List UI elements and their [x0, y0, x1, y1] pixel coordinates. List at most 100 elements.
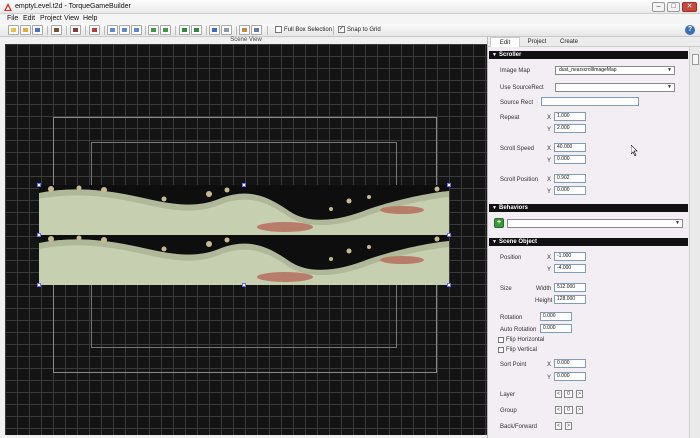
layer-label: Layer	[500, 392, 516, 398]
paste-button[interactable]	[119, 25, 130, 35]
width-field[interactable]: 512.000	[554, 283, 586, 292]
help-icon[interactable]: ?	[685, 25, 695, 35]
selection-handle[interactable]	[447, 283, 451, 287]
run-game-button[interactable]	[191, 25, 202, 35]
layer-decrement-button[interactable]: <	[555, 390, 562, 398]
flip-vertical-checkbox[interactable]	[498, 347, 504, 353]
selection-handle[interactable]	[242, 183, 246, 187]
selection-handle[interactable]	[447, 233, 451, 237]
toolbar-divider	[85, 26, 86, 35]
tab-create[interactable]: Create	[554, 37, 584, 47]
menu-project[interactable]: Project	[40, 15, 62, 22]
group-increment-button[interactable]: >	[576, 406, 583, 414]
tab-project[interactable]: Project	[522, 37, 552, 47]
redo-button[interactable]	[160, 25, 171, 35]
camera-button[interactable]	[209, 25, 220, 35]
height-label: Height	[535, 298, 553, 304]
scene-view: Scene View	[5, 37, 487, 435]
undo-icon	[151, 28, 156, 32]
scroll-speed-y-label: Y	[547, 158, 552, 164]
toolbar-divider	[175, 26, 176, 35]
snap-to-grid-checkbox[interactable]: ✓	[338, 26, 345, 33]
image-map-dropdown[interactable]: dust_nearscrollImageMap ▼	[555, 66, 675, 75]
menu-file[interactable]: File	[7, 15, 18, 22]
window-title: emptyLevel.t2d - TorqueGameBuilder	[15, 3, 131, 10]
menu-help[interactable]: Help	[83, 15, 97, 22]
chevron-down-icon: ▼	[675, 220, 680, 226]
add-behavior-button[interactable]: +	[494, 218, 504, 228]
new-file-button[interactable]	[8, 25, 19, 35]
bring-forward-button[interactable]: >	[565, 422, 572, 430]
back-forward-label: Back/Forward	[500, 424, 538, 430]
height-field[interactable]: 128.000	[554, 295, 586, 304]
scroller-section-header[interactable]: ▼ Scroller	[489, 51, 688, 59]
behaviors-section-header[interactable]: ▼ Behaviors	[489, 204, 688, 212]
behaviors-dropdown[interactable]: ▼	[507, 219, 683, 228]
brush-button[interactable]	[239, 25, 250, 35]
sort-point-y-field[interactable]: 0.000	[554, 372, 586, 381]
save-button[interactable]	[32, 25, 43, 35]
toolbar-divider	[145, 26, 146, 35]
menu-edit[interactable]: Edit	[23, 15, 35, 22]
zoom-button[interactable]	[221, 25, 232, 35]
selection-handle[interactable]	[37, 283, 41, 287]
toolbar-divider	[47, 26, 48, 35]
rotation-field[interactable]: 0.000	[540, 312, 572, 321]
selection-handle[interactable]	[447, 183, 451, 187]
scroll-position-x-label: X	[547, 177, 552, 183]
flip-horizontal-checkbox[interactable]	[498, 337, 504, 343]
layer-increment-button[interactable]: >	[576, 390, 583, 398]
scroll-speed-label: Scroll Speed	[500, 146, 535, 152]
position-y-field[interactable]: -4.000	[554, 264, 586, 273]
close-button[interactable]: ✕	[682, 2, 697, 12]
source-rect-field[interactable]	[541, 97, 639, 106]
use-source-rect-dropdown[interactable]: ▼	[555, 83, 675, 92]
full-box-selection-label: Full Box Selection	[284, 27, 333, 33]
selection-handle[interactable]	[242, 283, 246, 287]
position-x-field[interactable]: -1.000	[554, 252, 586, 261]
clone-button[interactable]	[131, 25, 142, 35]
toolbar-divider	[333, 26, 334, 35]
scroller-terrain-top[interactable]	[39, 185, 449, 235]
sort-point-x-field[interactable]: 0.000	[554, 359, 586, 368]
scroll-speed-y-field[interactable]: 0.000	[554, 155, 586, 164]
panel-scrollbar[interactable]	[689, 47, 700, 438]
flip-horizontal-label: Flip Horizontal	[506, 337, 545, 343]
scene-object-section-header[interactable]: ▼ Scene Object	[489, 238, 688, 246]
behaviors-section-title: Behaviors	[499, 205, 529, 211]
selection-handle[interactable]	[37, 183, 41, 187]
copy-button[interactable]	[107, 25, 118, 35]
group-decrement-button[interactable]: <	[555, 406, 562, 414]
scroll-position-x-field[interactable]: 0.902	[554, 174, 586, 183]
delete-button[interactable]	[89, 25, 100, 35]
undo-button[interactable]	[148, 25, 159, 35]
tab-edit[interactable]: Edit	[490, 37, 520, 47]
maximize-button[interactable]: □	[667, 2, 680, 12]
repeat-label: Repeat	[500, 115, 520, 121]
full-box-selection-checkbox[interactable]	[275, 26, 282, 33]
group-field[interactable]: 0	[564, 406, 573, 414]
selection-handle[interactable]	[37, 233, 41, 237]
scroll-speed-x-field[interactable]: 40.000	[554, 143, 586, 152]
repeat-y-field[interactable]: 2.000	[554, 124, 586, 133]
scroll-position-y-label: Y	[547, 189, 552, 195]
layers-button[interactable]	[251, 25, 262, 35]
cut-button[interactable]	[70, 25, 81, 35]
collapse-arrow-icon: ▼	[492, 239, 497, 245]
layer-field[interactable]: 0	[564, 390, 573, 398]
auto-rotation-field[interactable]: 0.000	[540, 324, 572, 333]
scene-object-section-title: Scene Object	[499, 239, 538, 245]
scroller-terrain-bottom[interactable]	[39, 235, 449, 285]
scroll-speed-x-label: X	[547, 146, 552, 152]
repeat-x-field[interactable]: 1.000	[554, 112, 586, 121]
open-file-button[interactable]	[20, 25, 31, 35]
scroll-position-y-field[interactable]: 0.000	[554, 186, 586, 195]
collapse-arrow-icon: ▼	[492, 52, 497, 58]
play-button[interactable]	[179, 25, 190, 35]
minimize-button[interactable]: –	[652, 2, 665, 12]
scene-canvas[interactable]	[5, 44, 487, 435]
menu-view[interactable]: View	[64, 15, 79, 22]
import-button[interactable]	[51, 25, 62, 35]
scrollbar-thumb[interactable]	[692, 54, 699, 65]
send-back-button[interactable]: <	[555, 422, 562, 430]
